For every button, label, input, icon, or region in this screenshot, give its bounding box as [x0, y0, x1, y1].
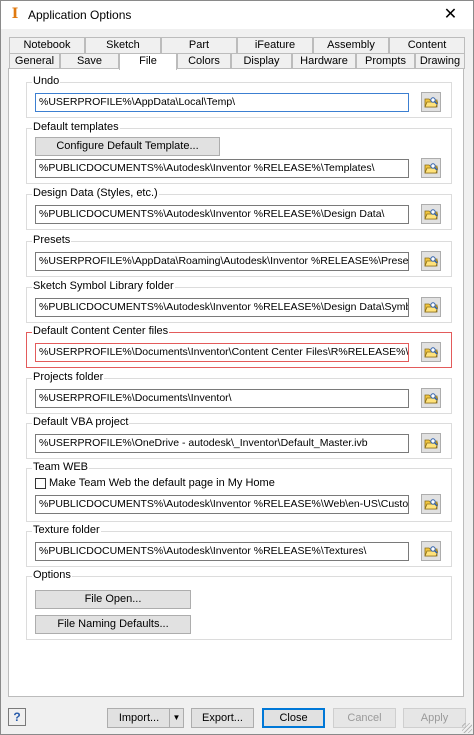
team-web-group: Team WEB Make Team Web the default page …	[26, 461, 452, 522]
tab-drawing[interactable]: Drawing	[415, 53, 465, 69]
file-naming-defaults-button[interactable]: File Naming Defaults...	[35, 615, 191, 634]
browse-folder-icon	[424, 256, 438, 267]
tab-notebook[interactable]: Notebook	[9, 37, 85, 53]
undo-label: Undo	[32, 75, 61, 88]
tab-general[interactable]: General	[9, 53, 60, 69]
sketch-symbol-library-label: Sketch Symbol Library folder	[32, 280, 175, 293]
vba-project-browse-button[interactable]	[421, 433, 441, 453]
browse-folder-icon	[424, 393, 438, 404]
browse-folder-icon	[424, 97, 438, 108]
tab-colors[interactable]: Colors	[177, 53, 231, 69]
tab-assembly[interactable]: Assembly	[313, 37, 389, 53]
tab-hardware[interactable]: Hardware	[292, 53, 356, 69]
projects-folder-group: Projects folder %USERPROFILE%\Documents\…	[26, 371, 452, 414]
design-data-label: Design Data (Styles, etc.)	[32, 187, 159, 200]
content-center-files-browse-button[interactable]	[421, 342, 441, 362]
options-group: Options File Open... File Naming Default…	[26, 569, 452, 640]
import-dropdown-arrow-icon[interactable]: ▼	[169, 709, 183, 727]
design-data-group: Design Data (Styles, etc.) %PUBLICDOCUME…	[26, 187, 452, 230]
sketch-symbol-library-browse-button[interactable]	[421, 297, 441, 317]
projects-folder-label: Projects folder	[32, 371, 105, 384]
default-templates-label: Default templates	[32, 121, 120, 134]
undo-group: Undo %USERPROFILE%\AppData\Local\Temp\	[26, 75, 452, 118]
window-title: Application Options	[28, 8, 132, 22]
apply-button[interactable]: Apply	[403, 708, 466, 728]
content-center-files-label: Default Content Center files	[32, 325, 170, 338]
browse-folder-icon	[424, 546, 438, 557]
file-tab-panel: Undo %USERPROFILE%\AppData\Local\Temp\ D…	[8, 68, 464, 697]
title-bar[interactable]: I Application Options ✕	[1, 1, 473, 29]
tab-part[interactable]: Part	[161, 37, 237, 53]
presets-path-field[interactable]: %USERPROFILE%\AppData\Roaming\Autodesk\I…	[35, 252, 409, 271]
presets-label: Presets	[32, 234, 72, 247]
undo-browse-button[interactable]	[421, 92, 441, 112]
default-templates-browse-button[interactable]	[421, 158, 441, 178]
close-button[interactable]: Close	[262, 708, 325, 728]
tab-file[interactable]: File	[119, 53, 177, 70]
tab-display[interactable]: Display	[231, 53, 292, 69]
texture-folder-path-field[interactable]: %PUBLICDOCUMENTS%\Autodesk\Inventor %REL…	[35, 542, 409, 561]
browse-folder-icon	[424, 499, 438, 510]
design-data-path-field[interactable]: %PUBLICDOCUMENTS%\Autodesk\Inventor %REL…	[35, 205, 409, 224]
tab-row-front: General Save File Colors Display Hardwar…	[9, 53, 465, 70]
import-button-label: Import...	[118, 712, 160, 724]
vba-project-group: Default VBA project %USERPROFILE%\OneDri…	[26, 416, 452, 459]
import-button[interactable]: Import... ▼	[107, 708, 184, 728]
presets-group: Presets %USERPROFILE%\AppData\Roaming\Au…	[26, 234, 452, 277]
help-button[interactable]: ?	[8, 708, 26, 726]
design-data-browse-button[interactable]	[421, 204, 441, 224]
browse-folder-icon	[424, 347, 438, 358]
vba-project-path-field[interactable]: %USERPROFILE%\OneDrive - autodesk\_Inven…	[35, 434, 409, 453]
browse-folder-icon	[424, 302, 438, 313]
texture-folder-label: Texture folder	[32, 524, 101, 537]
options-label: Options	[32, 569, 72, 582]
tab-save[interactable]: Save	[60, 53, 119, 69]
file-open-button[interactable]: File Open...	[35, 590, 191, 609]
undo-path-field[interactable]: %USERPROFILE%\AppData\Local\Temp\	[35, 93, 409, 112]
cancel-button[interactable]: Cancel	[333, 708, 396, 728]
projects-folder-path-field[interactable]: %USERPROFILE%\Documents\Inventor\	[35, 389, 409, 408]
browse-folder-icon	[424, 438, 438, 449]
texture-folder-group: Texture folder %PUBLICDOCUMENTS%\Autodes…	[26, 524, 452, 567]
close-window-button[interactable]: ✕	[428, 1, 473, 29]
sketch-symbol-library-group: Sketch Symbol Library folder %PUBLICDOCU…	[26, 280, 452, 323]
team-web-path-field[interactable]: %PUBLICDOCUMENTS%\Autodesk\Inventor %REL…	[35, 495, 409, 514]
tab-content-center[interactable]: Content Center	[389, 37, 465, 66]
team-web-default-checkbox-label: Make Team Web the default page in My Hom…	[49, 477, 275, 489]
default-templates-path-field[interactable]: %PUBLICDOCUMENTS%\Autodesk\Inventor %REL…	[35, 159, 409, 178]
configure-default-template-button[interactable]: Configure Default Template...	[35, 137, 220, 156]
export-button[interactable]: Export...	[191, 708, 254, 728]
team-web-label: Team WEB	[32, 461, 90, 474]
content-center-files-group: Default Content Center files %USERPROFIL…	[26, 325, 452, 368]
team-web-browse-button[interactable]	[421, 494, 441, 514]
projects-folder-browse-button[interactable]	[421, 388, 441, 408]
tab-sketch[interactable]: Sketch	[85, 37, 161, 53]
resize-grip[interactable]	[462, 723, 472, 733]
texture-folder-browse-button[interactable]	[421, 541, 441, 561]
tab-row-back: Notebook Sketch Part iFeature Assembly C…	[9, 37, 465, 66]
browse-folder-icon	[424, 163, 438, 174]
sketch-symbol-library-path-field[interactable]: %PUBLICDOCUMENTS%\Autodesk\Inventor %REL…	[35, 298, 409, 317]
content-center-files-path-field[interactable]: %USERPROFILE%\Documents\Inventor\Content…	[35, 343, 409, 362]
browse-folder-icon	[424, 209, 438, 220]
tab-prompts[interactable]: Prompts	[356, 53, 415, 69]
presets-browse-button[interactable]	[421, 251, 441, 271]
inventor-icon: I	[11, 6, 19, 22]
team-web-default-checkbox[interactable]	[35, 478, 46, 489]
vba-project-label: Default VBA project	[32, 416, 130, 429]
default-templates-group: Default templates Configure Default Temp…	[26, 121, 452, 184]
tab-ifeature[interactable]: iFeature	[237, 37, 313, 53]
